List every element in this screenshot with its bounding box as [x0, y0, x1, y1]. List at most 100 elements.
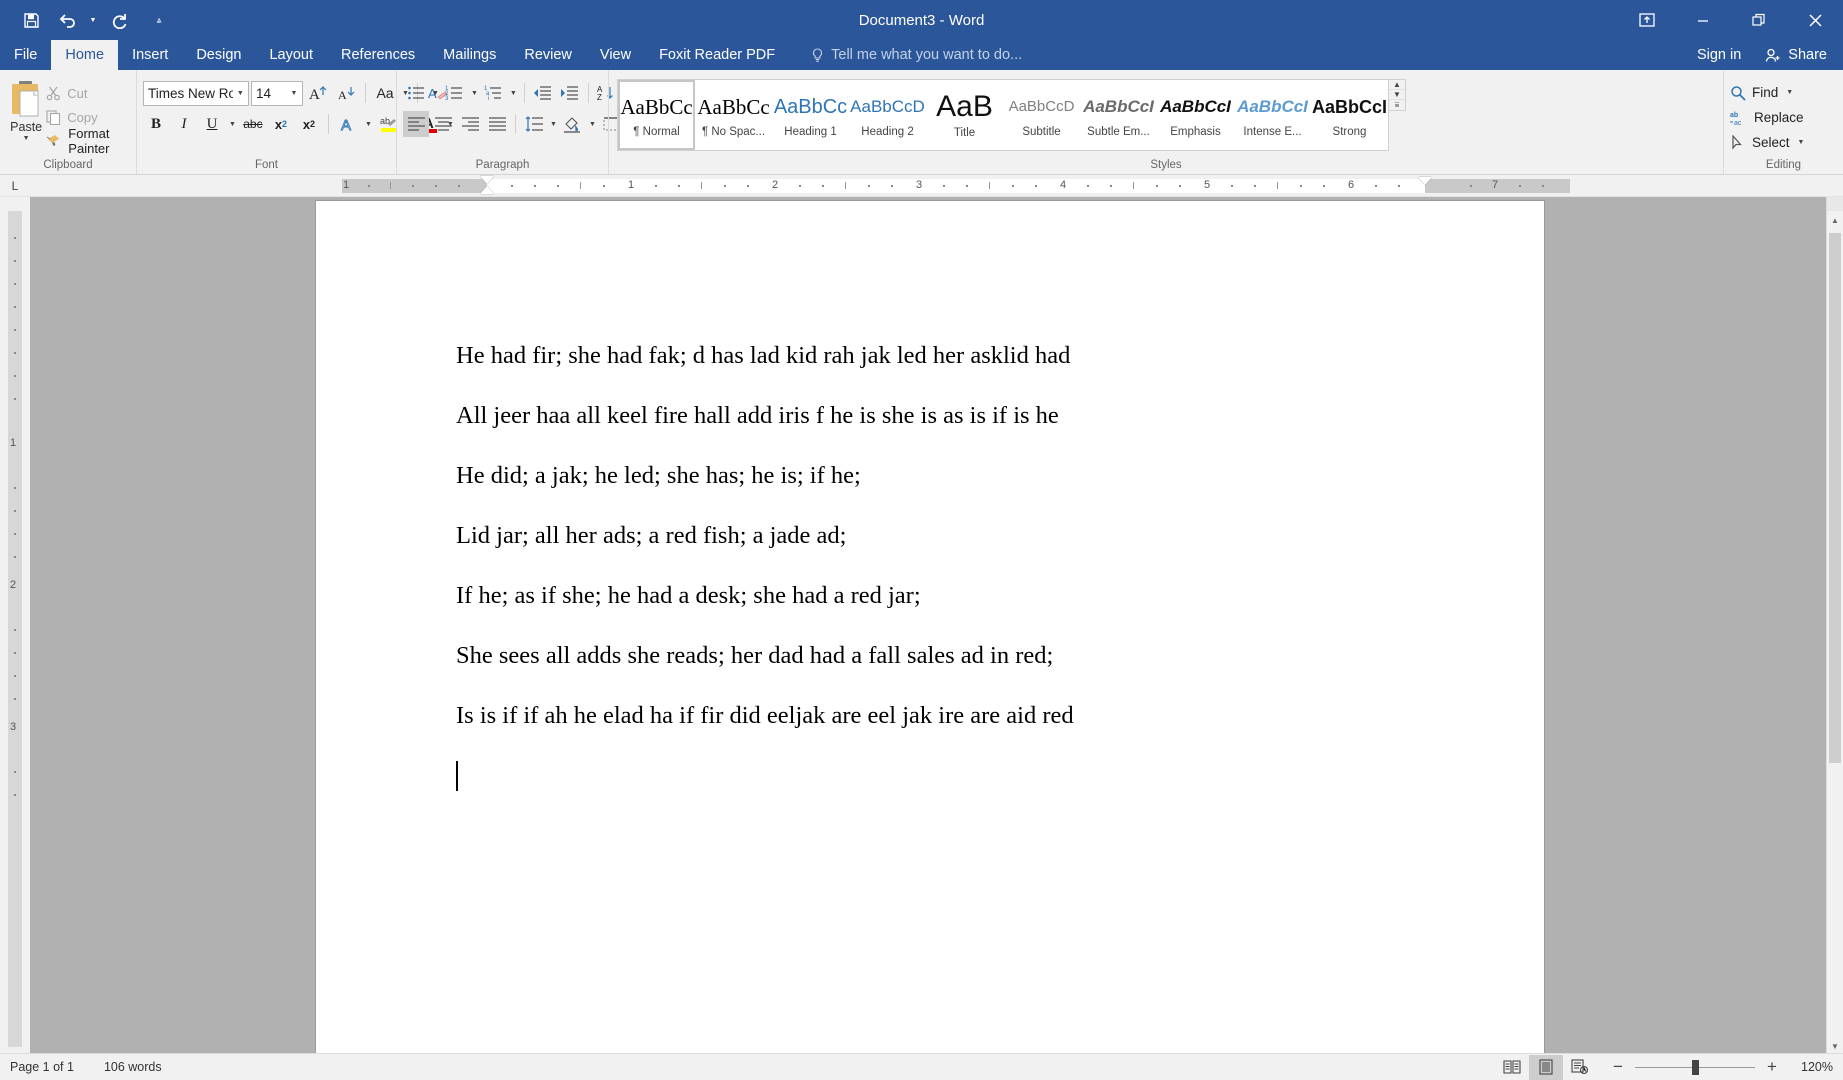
document-page[interactable]: He had fir; she had fak; d has lad kid r… [316, 201, 1544, 1055]
zoom-in-button[interactable]: + [1761, 1057, 1783, 1077]
zoom-slider-thumb[interactable] [1692, 1059, 1699, 1075]
justify-icon[interactable] [484, 111, 510, 137]
page-indicator[interactable]: Page 1 of 1 [10, 1060, 74, 1074]
multilevel-list-icon[interactable]: 1ai [481, 80, 507, 106]
shrink-font-icon[interactable]: A [333, 80, 359, 106]
subscript-icon[interactable]: x2 [268, 111, 294, 137]
shading-dropdown-icon[interactable]: ▼ [587, 121, 598, 128]
tab-references[interactable]: References [327, 40, 429, 70]
minimize-icon[interactable] [1675, 0, 1731, 40]
right-indent-marker[interactable] [1418, 177, 1432, 185]
style-subtle-emphasis[interactable]: AaBbCcI Subtle Em... [1080, 80, 1157, 150]
cut-button[interactable]: Cut [46, 82, 130, 104]
line-spacing-icon[interactable] [521, 111, 547, 137]
find-button[interactable]: Find ▼ [1730, 81, 1795, 104]
grow-font-icon[interactable]: A [305, 80, 331, 106]
style-intense-emphasis[interactable]: AaBbCcI Intense E... [1234, 80, 1311, 150]
style-emphasis[interactable]: AaBbCcI Emphasis [1157, 80, 1234, 150]
document-empty-paragraph[interactable] [456, 761, 1434, 791]
shading-icon[interactable] [560, 111, 586, 137]
zoom-out-button[interactable]: − [1607, 1057, 1629, 1077]
style-normal[interactable]: AaBbCc ¶ Normal [618, 80, 695, 150]
scroll-up-icon[interactable]: ▲ [1827, 211, 1843, 229]
select-button[interactable]: Select ▼ [1730, 131, 1806, 154]
styles-more-icon[interactable]: ⩸ [1389, 100, 1405, 110]
underline-icon[interactable]: U [199, 111, 225, 137]
restore-icon[interactable] [1731, 0, 1787, 40]
horizontal-ruler[interactable]: 1 1 2 3 4 5 6 7 [30, 175, 1843, 196]
superscript-icon[interactable]: x2 [296, 111, 322, 137]
tab-layout[interactable]: Layout [255, 40, 327, 70]
document-paragraph-7[interactable]: Is is if if ah he elad ha if fir did eel… [456, 701, 1434, 731]
style-subtitle[interactable]: AaBbCcD Subtitle [1003, 80, 1080, 150]
font-size-combo[interactable]: 14 ▼ [251, 80, 303, 106]
find-dropdown-icon[interactable]: ▼ [1784, 89, 1795, 96]
close-icon[interactable] [1787, 0, 1843, 40]
styles-scroll-down-icon[interactable]: ▼ [1389, 90, 1405, 100]
undo-dropdown-icon[interactable]: ▼ [86, 5, 100, 35]
style-heading-1[interactable]: AaBbCc Heading 1 [772, 80, 849, 150]
increase-indent-icon[interactable] [557, 80, 583, 106]
line-spacing-dropdown-icon[interactable]: ▼ [548, 121, 559, 128]
document-body[interactable]: He had fir; she had fak; d has lad kid r… [316, 201, 1544, 791]
document-paragraph-3[interactable]: He did; a jak; he led; she has; he is; i… [456, 461, 1434, 491]
numbering-icon[interactable]: 123 [442, 80, 468, 106]
font-name-dropdown-icon[interactable]: ▼ [233, 90, 248, 97]
text-effects-icon[interactable]: A [335, 111, 361, 137]
select-dropdown-icon[interactable]: ▼ [1796, 139, 1807, 146]
tab-view[interactable]: View [586, 40, 645, 70]
zoom-percentage[interactable]: 120% [1789, 1060, 1833, 1074]
zoom-control[interactable]: − + 120% [1607, 1057, 1833, 1077]
sign-in-link[interactable]: Sign in [1683, 47, 1755, 63]
read-mode-icon[interactable] [1495, 1055, 1529, 1080]
tell-me-search[interactable]: Tell me what you want to do... [811, 40, 1022, 70]
word-count[interactable]: 106 words [104, 1060, 162, 1074]
align-center-icon[interactable] [430, 111, 456, 137]
tab-review[interactable]: Review [510, 40, 586, 70]
tab-insert[interactable]: Insert [118, 40, 182, 70]
styles-scroll-up-icon[interactable]: ▲ [1389, 80, 1405, 90]
tab-home[interactable]: Home [51, 40, 119, 70]
tab-design[interactable]: Design [182, 40, 255, 70]
tab-mailings[interactable]: Mailings [429, 40, 510, 70]
web-layout-icon[interactable] [1563, 1055, 1597, 1080]
italic-icon[interactable]: I [171, 111, 197, 137]
style-no-spacing[interactable]: AaBbCc ¶ No Spac... [695, 80, 772, 150]
change-case-icon[interactable]: Aa [372, 80, 398, 106]
document-area[interactable]: He had fir; she had fak; d has lad kid r… [30, 197, 1843, 1055]
styles-scroll-controls[interactable]: ▲ ▼ ⩸ [1389, 79, 1406, 111]
paste-button[interactable]: Paste ▼ [6, 76, 46, 142]
zoom-slider-track[interactable] [1635, 1059, 1755, 1075]
document-paragraph-6[interactable]: She sees all adds she reads; her dad had… [456, 641, 1434, 671]
font-name-combo[interactable]: Times New Ro ▼ [143, 80, 249, 106]
bullets-icon[interactable] [403, 80, 429, 106]
bullets-dropdown-icon[interactable]: ▼ [430, 90, 441, 97]
split-window-handle[interactable] [1827, 197, 1843, 211]
strikethrough-icon[interactable]: abc [240, 111, 266, 137]
format-painter-button[interactable]: Format Painter [46, 126, 130, 156]
save-icon[interactable] [14, 5, 48, 35]
align-right-icon[interactable] [457, 111, 483, 137]
ribbon-display-options-icon[interactable] [1619, 0, 1675, 40]
scrollbar-thumb[interactable] [1829, 233, 1841, 763]
numbering-dropdown-icon[interactable]: ▼ [469, 90, 480, 97]
vertical-scrollbar[interactable]: ▲ ▼ [1826, 197, 1843, 1055]
tab-foxit-reader-pdf[interactable]: Foxit Reader PDF [645, 40, 789, 70]
underline-dropdown-icon[interactable]: ▼ [227, 121, 238, 128]
customize-qat-icon[interactable]: ⩓ [152, 5, 166, 35]
document-paragraph-4[interactable]: Lid jar; all her ads; a red fish; a jade… [456, 521, 1434, 551]
document-paragraph-1[interactable]: He had fir; she had fak; d has lad kid r… [456, 341, 1434, 371]
first-line-indent-marker[interactable] [480, 176, 494, 184]
undo-icon[interactable] [50, 5, 84, 35]
multilevel-list-dropdown-icon[interactable]: ▼ [508, 90, 519, 97]
document-paragraph-2[interactable]: All jeer haa all keel fire hall add iris… [456, 401, 1434, 431]
tab-stop-selector[interactable]: L [0, 175, 30, 196]
styles-gallery[interactable]: AaBbCc ¶ Normal AaBbCc ¶ No Spac... AaBb… [617, 79, 1389, 151]
replace-button[interactable]: ab ac Replace [1730, 106, 1804, 129]
share-button[interactable]: Share [1755, 40, 1843, 70]
hanging-indent-marker[interactable] [480, 186, 494, 194]
style-title[interactable]: AaB Title [926, 80, 1003, 150]
copy-button[interactable]: Copy [46, 106, 130, 128]
redo-icon[interactable] [102, 5, 136, 35]
bold-icon[interactable]: B [143, 111, 169, 137]
